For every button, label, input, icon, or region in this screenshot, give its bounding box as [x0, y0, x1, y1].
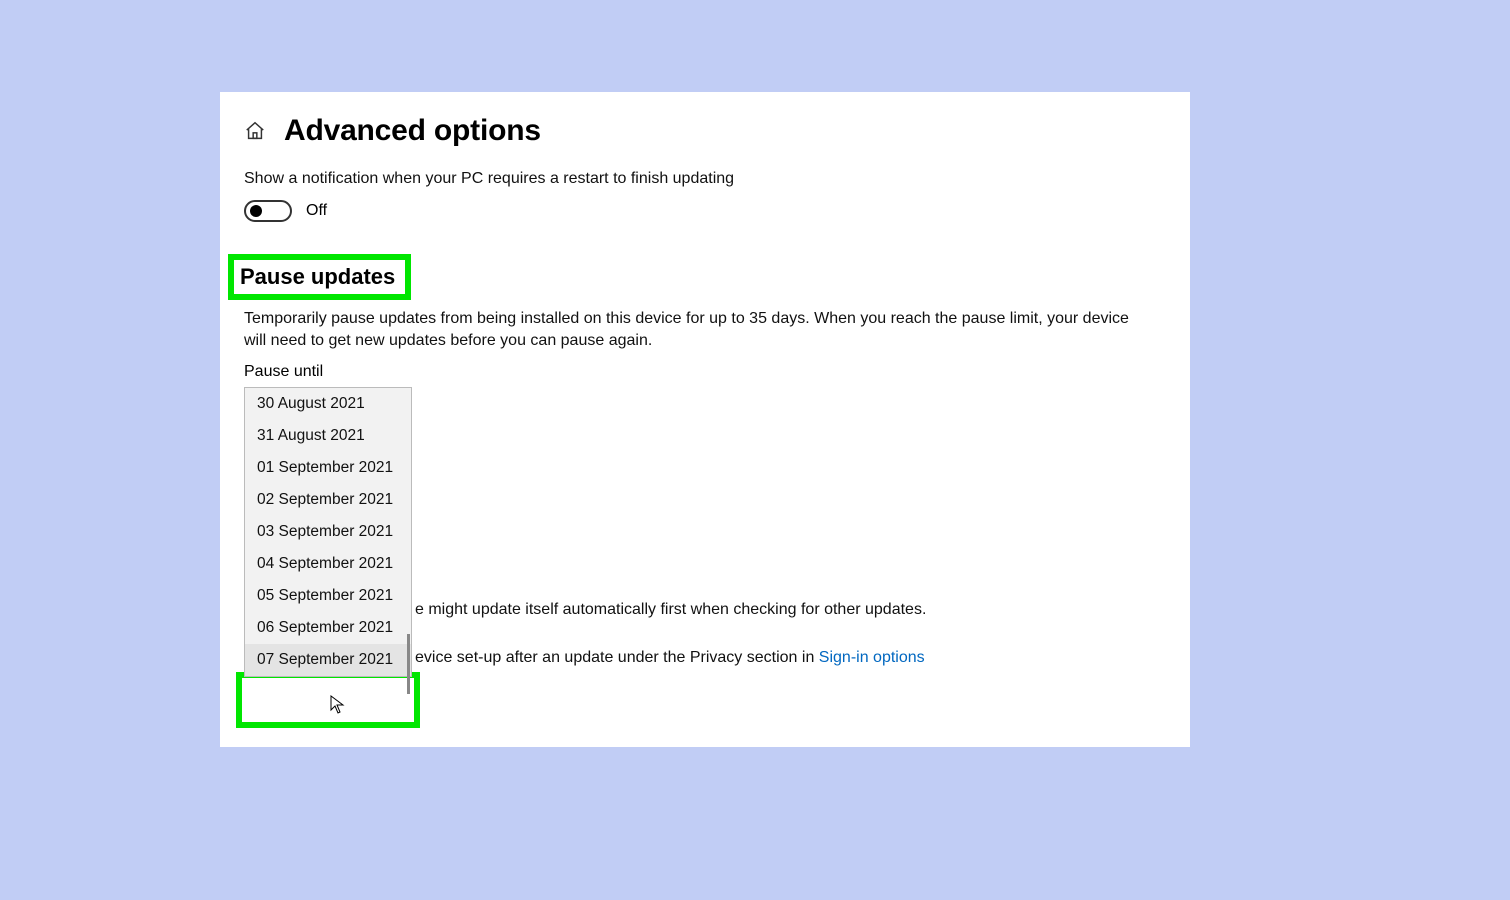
pause-until-dropdown[interactable]: 30 August 2021 31 August 2021 01 Septemb…	[244, 387, 412, 677]
toggle-state-label: Off	[306, 202, 327, 220]
pause-description: Temporarily pause updates from being ins…	[220, 300, 1190, 353]
sign-in-options-link[interactable]: Sign-in options	[819, 649, 925, 666]
notification-section: Show a notification when your PC require…	[220, 156, 1190, 222]
dropdown-option[interactable]: 06 September 2021	[245, 612, 411, 644]
notification-label: Show a notification when your PC require…	[244, 170, 1166, 188]
dropdown-scrollbar[interactable]	[407, 634, 410, 694]
header: Advanced options	[220, 92, 1190, 156]
page-title: Advanced options	[284, 114, 541, 148]
dropdown-highlight-box	[236, 672, 420, 728]
settings-window: Advanced options Show a notification whe…	[220, 92, 1190, 747]
cursor-icon	[330, 695, 346, 720]
home-icon[interactable]	[244, 120, 266, 142]
dropdown-option[interactable]: 03 September 2021	[245, 516, 411, 548]
background-text-2: evice set-up after an update under the P…	[415, 649, 925, 667]
toggle-knob	[250, 205, 262, 217]
notification-toggle-row: Off	[244, 200, 1166, 222]
dropdown-option[interactable]: 30 August 2021	[245, 388, 411, 420]
dropdown-option[interactable]: 01 September 2021	[245, 452, 411, 484]
pause-heading: Pause updates	[240, 264, 395, 290]
dropdown-option[interactable]: 02 September 2021	[245, 484, 411, 516]
pause-until-label: Pause until	[220, 353, 1190, 381]
notification-toggle[interactable]	[244, 200, 292, 222]
dropdown-option[interactable]: 31 August 2021	[245, 420, 411, 452]
background-text-2-prefix: evice set-up after an update under the P…	[415, 649, 819, 666]
pause-heading-highlight: Pause updates	[228, 254, 411, 300]
dropdown-option[interactable]: 04 September 2021	[245, 548, 411, 580]
dropdown-option[interactable]: 05 September 2021	[245, 580, 411, 612]
background-text-1: e might update itself automatically firs…	[415, 601, 926, 619]
dropdown-option-selected[interactable]: 07 September 2021	[245, 644, 411, 676]
